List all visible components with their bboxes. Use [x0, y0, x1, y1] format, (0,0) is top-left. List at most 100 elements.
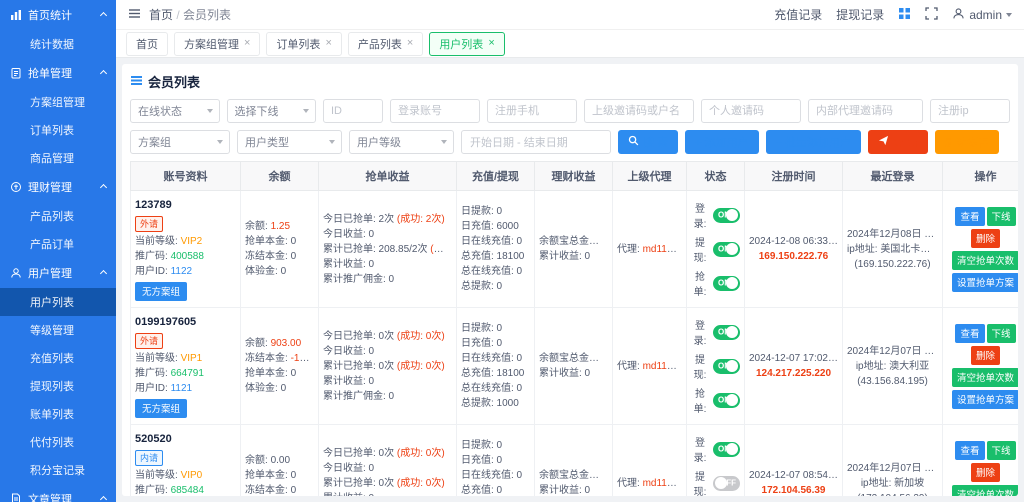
- set-grab-plan-button[interactable]: 设置抢单方案: [952, 390, 1018, 409]
- sidebar-item-points-records[interactable]: 积分宝记录: [0, 456, 116, 484]
- login-account-input[interactable]: [390, 99, 480, 123]
- close-icon[interactable]: ×: [244, 38, 250, 49]
- delete-button[interactable]: 删除: [971, 346, 1000, 365]
- clear-grab-count-button[interactable]: 清空抢单次数: [952, 485, 1018, 497]
- sidebar-item-stats-data[interactable]: 统计数据: [0, 30, 116, 58]
- close-icon[interactable]: ×: [407, 38, 413, 49]
- status-label: 抢单:: [691, 385, 709, 415]
- close-icon[interactable]: ×: [325, 38, 331, 49]
- grab-toggle[interactable]: ON: [713, 276, 740, 291]
- sidebar-item-plan-group[interactable]: 方案组管理: [0, 88, 116, 116]
- sidebar-group-wealth-mgmt[interactable]: 理财管理: [0, 172, 116, 202]
- close-icon[interactable]: ×: [488, 38, 494, 49]
- recharge-line: 总在线充值: 0: [461, 381, 530, 396]
- register-ip: 124.217.225.220: [749, 366, 838, 381]
- delete-button[interactable]: 删除: [971, 463, 1000, 482]
- login-toggle[interactable]: ON: [713, 208, 740, 223]
- register-ip-input[interactable]: [930, 99, 1010, 123]
- select-downline-select[interactable]: 选择下线: [227, 99, 317, 123]
- select-value: 方案组: [138, 134, 171, 150]
- col-parent-agent: 上级代理: [613, 162, 687, 191]
- refresh-cache-button[interactable]: 刷新缓存: [935, 130, 999, 154]
- sidebar-item-label: 商品管理: [30, 153, 74, 165]
- tab-user-list[interactable]: 用户列表×: [429, 32, 504, 56]
- withdraw-toggle[interactable]: ON: [713, 359, 740, 374]
- sidebar-item-withdraw-list[interactable]: 提现列表: [0, 372, 116, 400]
- view-button[interactable]: 查看: [955, 324, 984, 343]
- sidebar-item-bill-list[interactable]: 账单列表: [0, 400, 116, 428]
- level-label: 当前等级:: [135, 353, 178, 364]
- fullscreen-icon[interactable]: [925, 7, 938, 23]
- clear-grab-count-button[interactable]: 清空抢单次数: [952, 251, 1018, 270]
- account-name: 0199197605: [135, 314, 236, 331]
- sidebar-item-product-list[interactable]: 产品列表: [0, 202, 116, 230]
- user-level-select[interactable]: 用户等级: [349, 130, 454, 154]
- last-login-address: ip地址: 澳大利亚: [847, 359, 938, 374]
- view-button[interactable]: 查看: [955, 441, 984, 460]
- income-line: 累计收益: 0: [323, 491, 452, 497]
- sidebar-group-home-stats[interactable]: 首页统计: [0, 0, 116, 30]
- date-range-picker[interactable]: 开始日期 - 结束日期: [461, 130, 611, 154]
- withdraw-toggle[interactable]: ON: [713, 242, 740, 257]
- last-login-cell: 2024年12月07日 09:03:11 ip地址: 新加坡 (172.104.…: [843, 425, 943, 497]
- income-line: 今日已抢单: 0次 (成功: 0次): [323, 446, 452, 461]
- last-login-cell: 2024年12月07日 17:02:51 ip地址: 澳大利亚 (43.156.…: [843, 308, 943, 425]
- search-button[interactable]: 搜 索: [618, 130, 678, 154]
- offline-button[interactable]: 下线: [987, 441, 1016, 460]
- sidebar-group-article-mgmt[interactable]: 文章管理: [0, 484, 116, 502]
- tab-product-list[interactable]: 产品列表×: [348, 32, 423, 56]
- withdraw-records-link[interactable]: 提现记录: [836, 6, 884, 23]
- sidebar-group-grab-mgmt[interactable]: 抢单管理: [0, 58, 116, 88]
- income-line: 今日收益: 0: [323, 344, 452, 359]
- user-type-select[interactable]: 用户类型: [237, 130, 342, 154]
- tab-home[interactable]: 首页: [126, 32, 168, 56]
- menu-collapse-icon[interactable]: [128, 7, 141, 23]
- delete-button[interactable]: 删除: [971, 229, 1000, 248]
- plan-group-select[interactable]: 方案组: [130, 130, 230, 154]
- parent-invite-code-input[interactable]: [584, 99, 694, 123]
- sidebar-group-user-mgmt[interactable]: 用户管理: [0, 258, 116, 288]
- set-grab-plan-button[interactable]: 设置抢单方案: [952, 273, 1018, 292]
- sidebar-item-recharge-list[interactable]: 充值列表: [0, 344, 116, 372]
- offline-button[interactable]: 下线: [987, 207, 1016, 226]
- sidebar-item-level-mgmt[interactable]: 等级管理: [0, 316, 116, 344]
- tab-plan-group[interactable]: 方案组管理×: [174, 32, 260, 56]
- balance-line: 冻结本金: 0: [245, 249, 314, 264]
- wealth-cell: 余额宝总金额: 0.0000 累计收益: 0: [535, 425, 613, 497]
- login-toggle[interactable]: ON: [713, 325, 740, 340]
- login-toggle[interactable]: ON: [713, 442, 740, 457]
- batch-add-user-button[interactable]: + 批量添加用户: [766, 130, 861, 154]
- add-user-button[interactable]: + 添加用户: [685, 130, 758, 154]
- no-plan-group-button[interactable]: 无方案组: [135, 399, 187, 418]
- view-button[interactable]: 查看: [955, 207, 984, 226]
- sidebar-item-order-list[interactable]: 订单列表: [0, 116, 116, 144]
- tab-order-list[interactable]: 订单列表×: [266, 32, 341, 56]
- personal-invite-code-input[interactable]: [701, 99, 801, 123]
- status-line: 抢单: ON: [691, 268, 740, 298]
- sidebar-item-proxy-pay-list[interactable]: 代付列表: [0, 428, 116, 456]
- no-plan-group-button[interactable]: 无方案组: [135, 282, 187, 301]
- clear-grab-count-button[interactable]: 清空抢单次数: [952, 368, 1018, 387]
- agent-invite-code-input[interactable]: [808, 99, 923, 123]
- id-input[interactable]: [323, 99, 383, 123]
- sidebar-item-user-list[interactable]: 用户列表: [0, 288, 116, 316]
- recharge-line: 日充值: 0: [461, 336, 530, 351]
- balance-line: 余额: 0.00: [245, 453, 314, 468]
- sidebar-item-product-orders[interactable]: 产品订单: [0, 230, 116, 258]
- online-status-select[interactable]: 在线状态: [130, 99, 220, 123]
- sidebar-item-goods-mgmt[interactable]: 商品管理: [0, 144, 116, 172]
- register-phone-input[interactable]: [487, 99, 577, 123]
- table-row: 123789 外请 当前等级: VIP2 推广码: 400588 用户ID: 1…: [131, 191, 1019, 308]
- apps-grid-icon[interactable]: [898, 7, 911, 23]
- balance-line: 抢单本金: 0: [245, 234, 314, 249]
- admin-menu[interactable]: admin: [952, 7, 1012, 23]
- last-login-address: ip地址: 美国北卡罗来纳: [847, 242, 938, 257]
- grab-toggle[interactable]: ON: [713, 393, 740, 408]
- export-button[interactable]: 导 出: [868, 130, 928, 154]
- offline-button[interactable]: 下线: [987, 324, 1016, 343]
- withdraw-toggle[interactable]: OFF: [713, 476, 740, 491]
- recharge-line: 日在线充值: 0: [461, 234, 530, 249]
- income-line: 累计收益: 0: [323, 257, 452, 272]
- recharge-records-link[interactable]: 充值记录: [774, 6, 822, 23]
- breadcrumb-home[interactable]: 首页: [149, 8, 173, 22]
